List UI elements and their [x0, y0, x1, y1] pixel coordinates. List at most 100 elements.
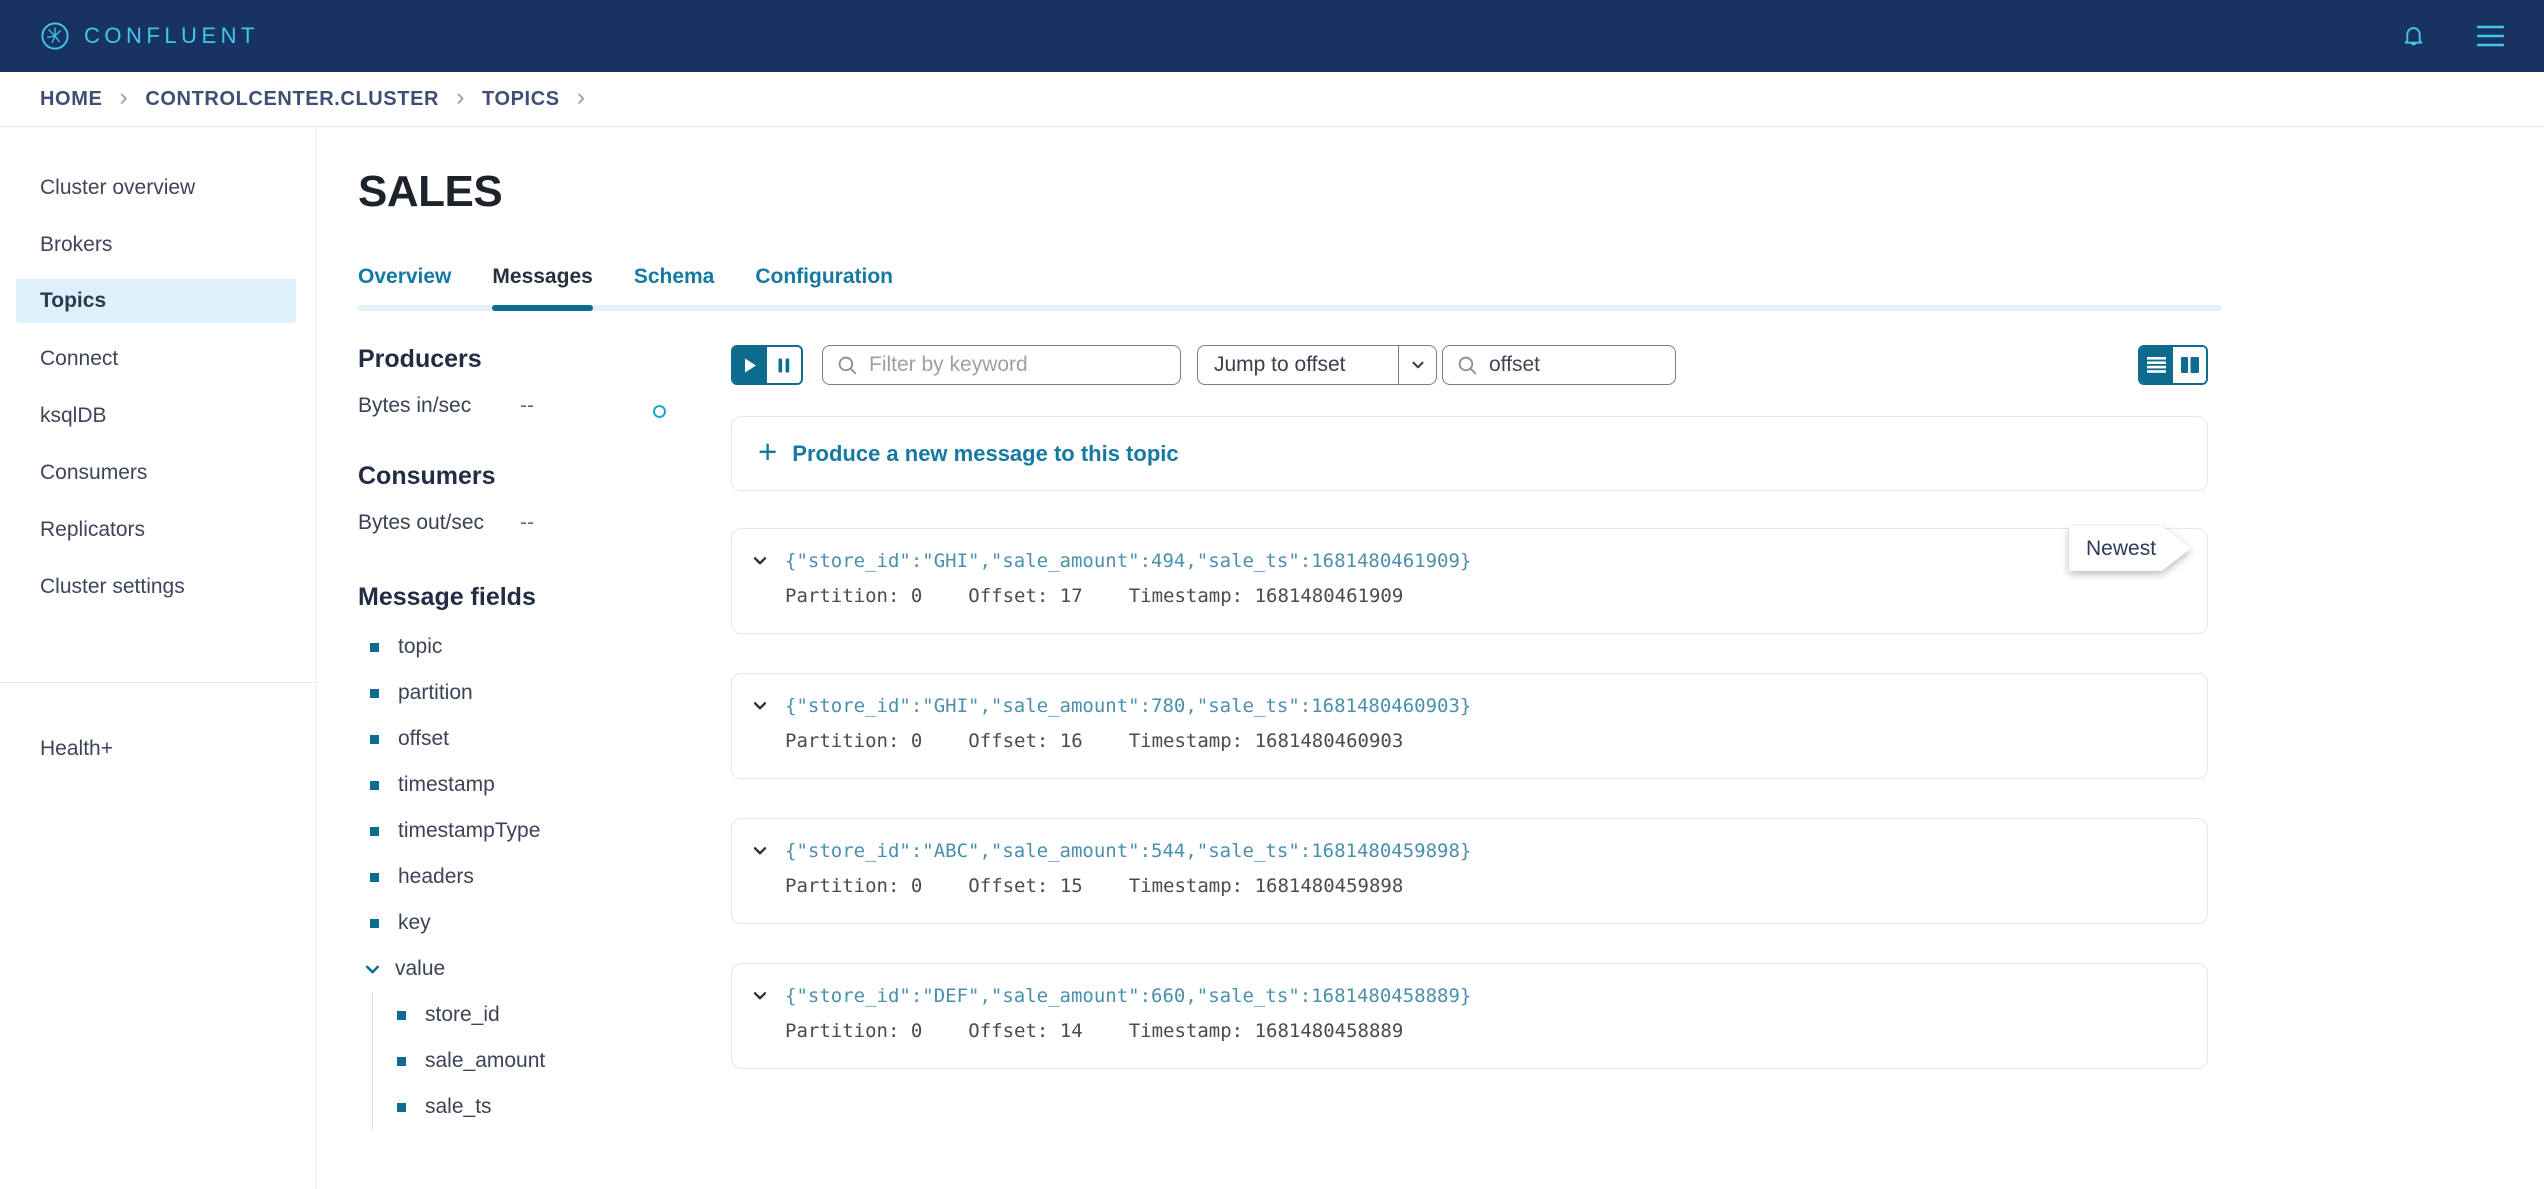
- sidebar-item-consumers[interactable]: Consumers: [0, 444, 316, 501]
- field-item-store-id[interactable]: store_id: [373, 992, 731, 1038]
- search-icon: [837, 355, 858, 376]
- field-item-key[interactable]: key: [358, 900, 731, 946]
- message-meta: Partition: 0 Offset: 15 Timestamp: 16814…: [785, 875, 2207, 897]
- tab-bar: Overview Messages Schema Configuration: [358, 265, 2208, 311]
- sidebar-item-brokers[interactable]: Brokers: [0, 216, 316, 273]
- message-meta: Partition: 0 Offset: 16 Timestamp: 16814…: [785, 730, 2207, 752]
- field-item-sale-ts[interactable]: sale_ts: [373, 1084, 731, 1130]
- confluent-logo[interactable]: CONFLUENT: [40, 21, 259, 51]
- filter-keyword-field[interactable]: [869, 353, 1166, 377]
- field-label: sale_amount: [425, 1049, 545, 1073]
- sidebar-item-cluster-settings[interactable]: Cluster settings: [0, 558, 316, 615]
- offset-label: Offset:: [968, 875, 1048, 897]
- sidebar-item-health-plus[interactable]: Health+: [0, 720, 316, 777]
- bytes-out-metric: Bytes out/sec --: [358, 511, 731, 535]
- sidebar-divider: [0, 682, 316, 683]
- filter-input[interactable]: [822, 345, 1181, 385]
- field-item-topic[interactable]: topic: [358, 624, 731, 670]
- field-item-value[interactable]: value: [358, 946, 731, 992]
- chevron-down-icon: [751, 842, 769, 860]
- breadcrumb-home[interactable]: HOME: [40, 88, 102, 111]
- tab-configuration[interactable]: Configuration: [755, 265, 893, 311]
- search-icon: [1457, 355, 1478, 376]
- partition-label: Partition:: [785, 730, 899, 752]
- produce-message-button[interactable]: + Produce a new message to this topic: [731, 416, 2208, 491]
- field-item-timestamptype[interactable]: timestampType: [358, 808, 731, 854]
- tab-schema[interactable]: Schema: [634, 265, 715, 311]
- metric-value: --: [520, 394, 534, 418]
- jump-to-offset-select[interactable]: Jump to offset: [1197, 345, 1437, 385]
- play-pause-group: [731, 345, 803, 385]
- partition-value: 0: [911, 1020, 922, 1042]
- offset-field[interactable]: [1489, 353, 1661, 377]
- bell-icon[interactable]: [2400, 23, 2427, 50]
- chevron-down-icon[interactable]: [1398, 346, 1436, 384]
- expand-message-button[interactable]: [751, 552, 769, 570]
- play-icon: [744, 358, 757, 373]
- breadcrumb: HOME › CONTROLCENTER.CLUSTER › TOPICS ›: [0, 72, 2544, 127]
- tab-overview[interactable]: Overview: [358, 265, 451, 311]
- play-button[interactable]: [733, 347, 767, 383]
- expand-message-button[interactable]: [751, 697, 769, 715]
- message-card: {"store_id":"DEF","sale_amount":660,"sal…: [731, 963, 2208, 1069]
- field-label: partition: [398, 681, 473, 705]
- timestamp-value: 1681480461909: [1255, 585, 1404, 607]
- brand-name: CONFLUENT: [84, 23, 259, 49]
- offset-value: 14: [1060, 1020, 1083, 1042]
- chevron-down-icon: [751, 987, 769, 1005]
- timestamp-label: Timestamp:: [1129, 730, 1243, 752]
- tab-messages[interactable]: Messages: [492, 265, 592, 311]
- field-item-headers[interactable]: headers: [358, 854, 731, 900]
- field-label: value: [395, 957, 445, 981]
- breadcrumb-cluster[interactable]: CONTROLCENTER.CLUSTER: [145, 88, 439, 111]
- field-bullet-icon: [370, 689, 379, 698]
- messages-panel: Jump to offset: [731, 345, 2208, 1130]
- card-view-button[interactable]: [2173, 347, 2206, 383]
- offset-search-input[interactable]: [1442, 345, 1676, 385]
- offset-label: Offset:: [968, 730, 1048, 752]
- offset-label: Offset:: [968, 1020, 1048, 1042]
- pause-icon: [778, 358, 790, 373]
- producers-heading: Producers: [358, 345, 731, 374]
- list-view-icon: [2147, 357, 2166, 373]
- field-bullet-icon: [397, 1103, 406, 1112]
- sidebar-item-cluster-overview[interactable]: Cluster overview: [0, 159, 316, 216]
- sidebar-item-label: Consumers: [40, 461, 147, 485]
- list-view-button[interactable]: [2140, 347, 2173, 383]
- field-bullet-icon: [370, 827, 379, 836]
- field-item-partition[interactable]: partition: [358, 670, 731, 716]
- expand-message-button[interactable]: [751, 842, 769, 860]
- offset-value: 17: [1060, 585, 1083, 607]
- bytes-in-metric: Bytes in/sec --: [358, 394, 731, 418]
- sidebar-item-topics[interactable]: Topics: [16, 279, 296, 323]
- field-bullet-icon: [370, 735, 379, 744]
- pause-button[interactable]: [767, 347, 801, 383]
- field-item-timestamp[interactable]: timestamp: [358, 762, 731, 808]
- field-label: timestamp: [398, 773, 495, 797]
- partition-value: 0: [911, 875, 922, 897]
- timestamp-value: 1681480460903: [1255, 730, 1404, 752]
- breadcrumb-topics[interactable]: TOPICS: [482, 88, 560, 111]
- chevron-down-icon: [362, 959, 383, 980]
- partition-label: Partition:: [785, 875, 899, 897]
- field-label: timestampType: [398, 819, 540, 843]
- field-label: sale_ts: [425, 1095, 492, 1119]
- message-value: {"store_id":"GHI","sale_amount":494,"sal…: [785, 550, 1471, 572]
- top-navbar: CONFLUENT: [0, 0, 2544, 72]
- sidebar-item-ksqldb[interactable]: ksqlDB: [0, 387, 316, 444]
- field-item-sale-amount[interactable]: sale_amount: [373, 1038, 731, 1084]
- sidebar-item-replicators[interactable]: Replicators: [0, 501, 316, 558]
- menu-icon[interactable]: [2477, 25, 2504, 47]
- field-item-offset[interactable]: offset: [358, 716, 731, 762]
- card-view-icon: [2181, 357, 2199, 373]
- field-bullet-icon: [370, 643, 379, 652]
- offset-value: 15: [1060, 875, 1083, 897]
- field-label: headers: [398, 865, 474, 889]
- timestamp-label: Timestamp:: [1129, 875, 1243, 897]
- sidebar-item-label: Cluster settings: [40, 575, 185, 599]
- field-bullet-icon: [370, 873, 379, 882]
- metrics-panel: Producers Bytes in/sec -- Consumers Byte…: [358, 345, 731, 1130]
- expand-message-button[interactable]: [751, 987, 769, 1005]
- message-fields-tree: topic partition offset timestamp timesta…: [358, 624, 731, 1130]
- sidebar-item-connect[interactable]: Connect: [0, 330, 316, 387]
